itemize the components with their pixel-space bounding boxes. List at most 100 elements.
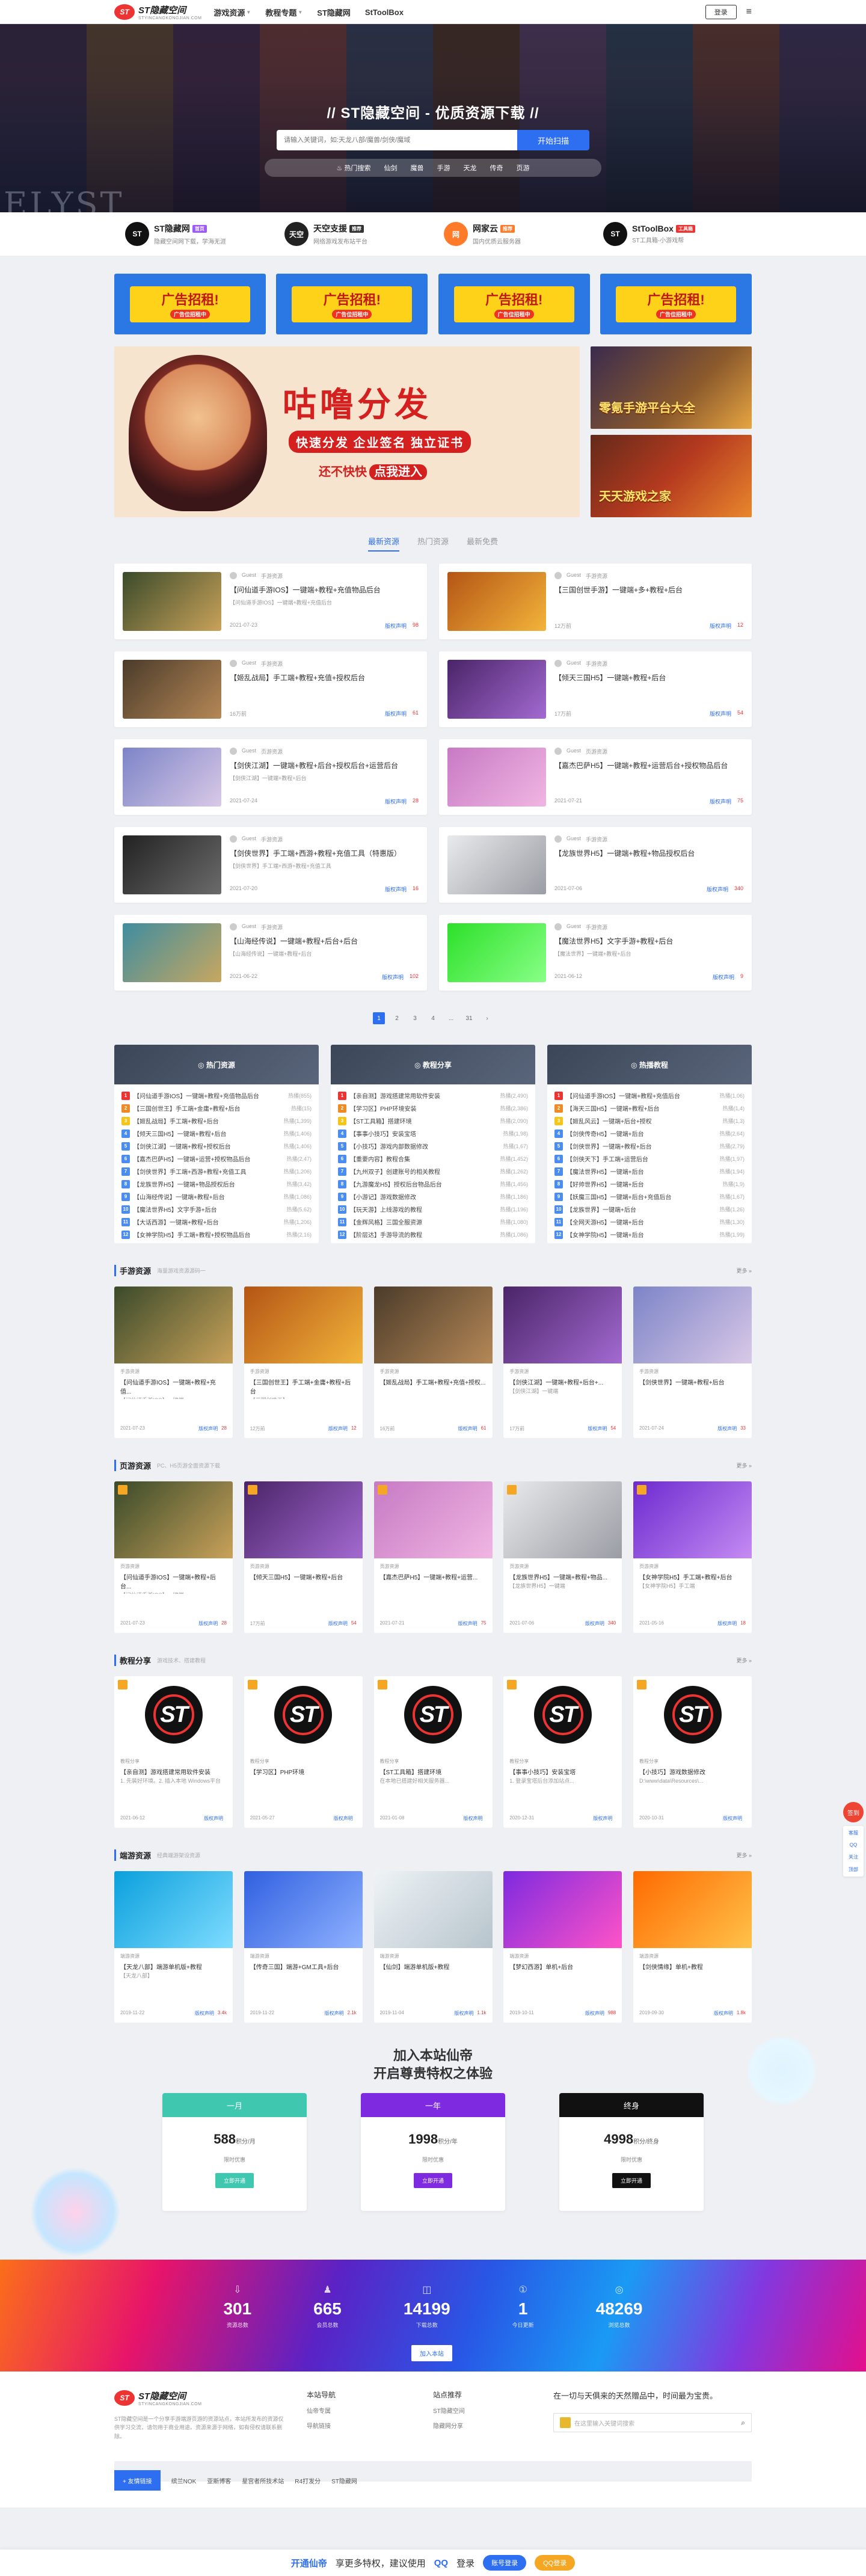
card-image[interactable]: [373, 1871, 493, 1948]
card-tag[interactable]: 版权声明: [328, 1425, 348, 1432]
hot-tag[interactable]: 页游: [516, 163, 529, 173]
resource-card[interactable]: 页游资源 【嘉杰巴萨H5】一键端+教程+运营... 2021-07-21 版权声明 75: [373, 1481, 493, 1633]
ad-banner-large[interactable]: 咕噜分发 快速分发 企业签名 独立证书 还不快快 点我进入: [114, 346, 580, 517]
account-login-button[interactable]: 账号登录: [483, 2555, 527, 2571]
ranking-item[interactable]: 1 【问仙道手游IOS】一键端+教程+充值物品后台 热播(855): [121, 1089, 312, 1102]
post-card[interactable]: Guest 手游资源 【山海经传说】一键端+教程+后台+后台 【山海经传说】一键端+教…: [114, 915, 427, 991]
hot-tag[interactable]: 仙剑: [384, 163, 397, 173]
card-title[interactable]: 【梦幻西游】单机+后台: [503, 1960, 622, 1984]
post-thumbnail[interactable]: [447, 923, 546, 982]
footer-link[interactable]: 导航链接: [307, 2421, 415, 2430]
card-image[interactable]: [503, 1871, 622, 1948]
ranking-item[interactable]: 11 【金辉风格】三国全服资源 热播(1,080): [338, 1216, 528, 1228]
footer-logo[interactable]: ST ST隐藏空间 STYINCANGKONGJIAN.COM: [114, 2390, 277, 2406]
resource-card[interactable]: 手游资源【三国创世王】手工端+金庸+教程+后台【三国创世王】 12万前 版权声明12: [244, 1286, 363, 1438]
card-title[interactable]: 【龙族世界H5】一键端+教程+物品... 【龙族世界H5】一键端: [503, 1570, 622, 1594]
card-title[interactable]: 【问仙道手游IOS】一键端+教程+充值... 【问仙道手游IOS】一键端...: [114, 1375, 233, 1399]
card-image[interactable]: [503, 1481, 622, 1558]
ranking-item[interactable]: 2 【三国创世王】手工端+金庸+教程+后台 热播(15): [121, 1102, 312, 1114]
card-tag[interactable]: 版权声明: [717, 1425, 737, 1432]
ranking-item[interactable]: 10 【玩天游】上线游戏的教程 热播(1,196): [338, 1203, 528, 1216]
resource-card[interactable]: ST 教程分享 【事事小技巧】安装宝塔 1. 登录宝塔后台添加站点... 2020-12…: [503, 1676, 622, 1828]
resource-card[interactable]: 端游资源 【剑侠情缘】单机+教程 2019-09-30 版权声明 1.8k: [633, 1871, 752, 2023]
card-tag[interactable]: 版权声明: [723, 1815, 742, 1822]
partner-item[interactable]: 天空 天空支援 推荐 网络游戏发布站平台: [274, 222, 433, 246]
nav-item-tutorials[interactable]: 教程专题 ▼: [265, 7, 302, 18]
tab-free[interactable]: 最新免费: [467, 535, 498, 552]
partner-item[interactable]: 网网家云 推荐 国内优质云服务器: [433, 222, 592, 246]
post-thumbnail[interactable]: [447, 835, 546, 894]
resource-card[interactable]: 页游资源 【龙族世界H5】一键端+教程+物品... 【龙族世界H5】一键端 2021-…: [503, 1481, 622, 1633]
post-title[interactable]: 【姬乱战局】手工端+教程+充值+授权后台: [230, 672, 419, 683]
card-title[interactable]: 【姬乱战局】手工端+教程+充值+授权...: [374, 1375, 493, 1399]
post-title[interactable]: 【山海经传说】一键端+教程+后台+后台: [230, 936, 419, 946]
footer-link[interactable]: 仙帝专属: [307, 2406, 415, 2415]
post-category[interactable]: 手游资源: [586, 835, 607, 843]
partner-item[interactable]: ST ST隐藏网 首页 隐藏空间网下载，学海无涯: [114, 222, 274, 246]
ranking-item[interactable]: 1 【亲自测】游戏搭建常用软件安装 热播(2,490): [338, 1089, 528, 1102]
friend-link[interactable]: ST隐藏网: [331, 2476, 357, 2485]
post-tag[interactable]: 版权声明: [710, 798, 731, 805]
ranking-item[interactable]: 11 【大话西游】一键端+教程+后台 热播(1,206): [121, 1216, 312, 1228]
card-image[interactable]: [244, 1286, 363, 1363]
post-tag[interactable]: 版权声明: [713, 973, 734, 981]
ad-banner-side-2[interactable]: 天天游戏之家: [591, 435, 752, 517]
card-title[interactable]: 【天龙八部】端游单机版+教程 【天龙八部】: [114, 1960, 233, 1984]
checkin-button[interactable]: 签到: [843, 1802, 864, 1822]
ranking-item[interactable]: 8 【九游魔龙H5】授权后台物品后台 热播(1,456): [338, 1178, 528, 1190]
card-title[interactable]: 【传奇三国】端游+GM工具+后台: [244, 1960, 363, 1984]
post-card[interactable]: Guest 手游资源 【姬乱战局】手工端+教程+充值+授权后台 16万前 版权声明 61: [114, 651, 427, 727]
card-title[interactable]: 【亲自测】游戏搭建常用软件安装 1. 先装好环境。2. 插入本地 Windows平…: [114, 1765, 233, 1789]
page-link[interactable]: ›: [481, 1012, 493, 1024]
post-tag[interactable]: 版权声明: [707, 885, 728, 893]
card-tag[interactable]: 版权声明: [458, 1425, 478, 1432]
ranking-item[interactable]: 9 【小游记】游戏数据修改 热播(1,186): [338, 1190, 528, 1203]
ranking-item[interactable]: 5 【剑侠江湖】一键端+教程+授权后台 热播(1,406): [121, 1140, 312, 1152]
post-category[interactable]: 手游资源: [586, 660, 607, 668]
login-button[interactable]: 登录: [705, 5, 737, 19]
card-image[interactable]: ST: [373, 1676, 493, 1753]
ad-banner-small[interactable]: 广告招租! 广告位招租中: [276, 274, 428, 334]
card-title[interactable]: 【仙剑】端游单机版+教程: [374, 1960, 493, 1984]
post-thumbnail[interactable]: [123, 835, 221, 894]
friend-link[interactable]: 亚斯博客: [207, 2476, 231, 2485]
post-thumbnail[interactable]: [447, 572, 546, 631]
post-thumbnail[interactable]: [123, 660, 221, 719]
ranking-item[interactable]: 3 【姬乱风云】一键端+后台+授权 热播(1,3): [554, 1114, 745, 1127]
card-tag[interactable]: 版权声明: [334, 1815, 353, 1822]
post-title[interactable]: 【魔法世界H5】文字手游+教程+后台: [554, 936, 743, 946]
page-link[interactable]: 2: [391, 1012, 403, 1024]
card-tag[interactable]: 版权声明: [464, 1815, 483, 1822]
post-category[interactable]: 页游资源: [586, 748, 607, 755]
ranking-item[interactable]: 7 【剑侠世界】手工端+西游+教程+充值工具 热播(1,206): [121, 1165, 312, 1178]
section-more-link[interactable]: 更多 »: [736, 1656, 752, 1664]
post-title[interactable]: 【嘉杰巴萨H5】一键端+教程+运营后台+授权物品后台: [554, 760, 743, 770]
ranking-item[interactable]: 10 【魔法世界H5】文字手游+后台 热播(5,62): [121, 1203, 312, 1216]
section-more-link[interactable]: 更多 »: [736, 1267, 752, 1274]
card-title[interactable]: 【三国创世王】手工端+金庸+教程+后台【三国创世王】: [244, 1375, 363, 1399]
friend-link[interactable]: 星宫者所技术站: [242, 2476, 284, 2485]
card-title[interactable]: 【剑侠情缘】单机+教程: [633, 1960, 752, 1984]
card-image[interactable]: [373, 1481, 493, 1558]
ranking-item[interactable]: 8 【好帅世界H5】一键端+后台 热播(1,9): [554, 1178, 745, 1190]
card-title[interactable]: 【倾天三国H5】一键端+教程+后台: [244, 1570, 363, 1594]
footer-link[interactable]: ST隐藏空间: [433, 2406, 541, 2415]
card-image[interactable]: [633, 1481, 752, 1558]
card-image[interactable]: ST: [114, 1676, 233, 1753]
card-image[interactable]: [244, 1481, 363, 1558]
post-card[interactable]: Guest 手游资源 【问仙道手游IOS】一键端+教程+充值物品后台 【问仙道手游IO…: [114, 564, 427, 639]
post-category[interactable]: 页游资源: [261, 748, 283, 755]
ranking-item[interactable]: 2 【学习区】PHP环境安装 热播(2,386): [338, 1102, 528, 1114]
friend-link[interactable]: 缤兰NOK: [171, 2476, 197, 2485]
card-image[interactable]: [114, 1481, 233, 1558]
post-thumbnail[interactable]: [123, 923, 221, 982]
nav-item-st-site[interactable]: ST隐藏网: [317, 7, 351, 18]
card-image[interactable]: [114, 1871, 233, 1948]
card-title[interactable]: 【小技巧】游戏数据修改 D:\www\data\Resources\...: [633, 1765, 752, 1789]
ranking-item[interactable]: 7 【九州双子】创建账号的相关教程 热播(1,262): [338, 1165, 528, 1178]
card-title[interactable]: 【问仙道手游IOS】一键端+教程+后台...【问仙道手游IOS】一键端: [114, 1570, 233, 1594]
ranking-item[interactable]: 11 【全网天游H5】一键端+后台 热播(1,30): [554, 1216, 745, 1228]
search-button[interactable]: 开始扫描: [517, 130, 589, 150]
ad-banner-side-1[interactable]: 零氪手游平台大全: [591, 346, 752, 429]
ranking-item[interactable]: 9 【山海经传说】一键端+教程+后台 热播(1,086): [121, 1190, 312, 1203]
